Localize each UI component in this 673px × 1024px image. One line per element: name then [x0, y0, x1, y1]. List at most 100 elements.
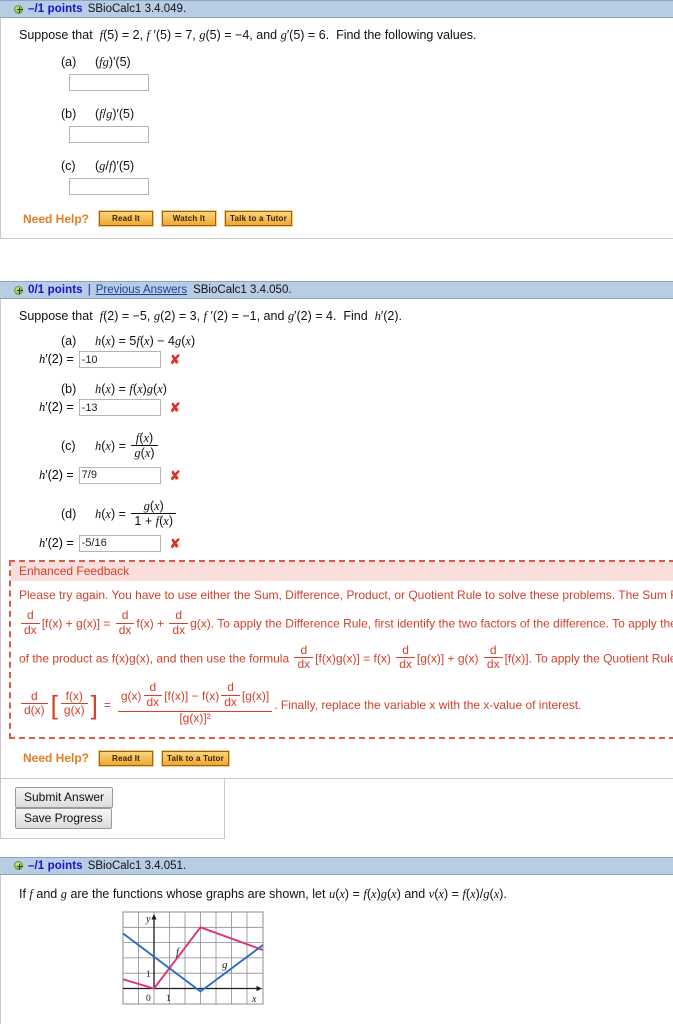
- feedback-seg-2a: [f(x) + g(x)] =: [41, 616, 111, 631]
- submit-answer-button[interactable]: Submit Answer: [15, 786, 114, 808]
- answer-input-1b[interactable]: [69, 126, 149, 143]
- problem-1-need-help: Need Help? Read It Watch It Talk to a Tu…: [1, 210, 673, 238]
- x-mark-icon: ✘: [169, 467, 181, 483]
- fraction-numerator: f(x): [131, 431, 158, 447]
- function-graph-svg: y x 0 1 1 f g: [122, 911, 264, 1005]
- part-label: (b): [61, 107, 77, 121]
- problem-2-part-b: (b) h(x) = f(x)g(x): [1, 382, 673, 397]
- answer-input-2a[interactable]: [78, 351, 161, 368]
- derivative-numerator: d: [21, 608, 40, 624]
- page-root: –/1 points SBioCalc1 3.4.049. Suppose th…: [0, 0, 673, 1024]
- read-it-button[interactable]: Read It: [98, 210, 155, 227]
- plus-circle-icon[interactable]: [14, 861, 23, 871]
- problem-2-body: Suppose that f(2) = −5, g(2) = 3, f ′(2)…: [0, 299, 673, 779]
- need-help-label: Need Help?: [23, 211, 90, 226]
- x-axis-label: x: [251, 994, 257, 1005]
- problem-1-body: Suppose that f(5) = 2, f ′(5) = 7, g(5) …: [0, 18, 673, 239]
- feedback-line-1: Please try again. You have to use either…: [19, 587, 673, 602]
- y-tick-label-1: 1: [146, 970, 151, 980]
- answer-row-2c: h′(2) = ✘: [1, 466, 673, 484]
- problem-1-header[interactable]: –/1 points SBioCalc1 3.4.049.: [0, 0, 673, 18]
- talk-to-tutor-button[interactable]: Talk to a Tutor: [161, 749, 230, 767]
- talk-to-tutor-button[interactable]: Talk to a Tutor: [224, 210, 293, 227]
- part-expression: h(x) = f(x)g(x): [95, 382, 167, 396]
- answer-label: h′(2) =: [39, 352, 74, 366]
- derivative-numerator: d: [115, 608, 135, 624]
- answer-row-2d: h′(2) = ✘: [1, 534, 673, 552]
- derivative-denominator: dx: [146, 695, 160, 710]
- feedback-seg-3a: of the product as f(x)g(x), and then use…: [19, 651, 290, 666]
- part-expression: h(x) = g(x) 1 + f(x): [95, 499, 178, 528]
- feedback-seg-3d: [f(x)]. To apply the Quotient Rule, use …: [504, 651, 673, 666]
- feedback-seg-3b: [f(x)g(x)] = f(x): [315, 651, 391, 666]
- answer-input-2c[interactable]: [78, 466, 161, 484]
- enhanced-feedback: Enhanced Feedback Please try again. You …: [9, 559, 673, 739]
- answer-row-2a: h′(2) = ✘: [1, 351, 673, 368]
- derivative-denominator: dx: [224, 695, 237, 710]
- answer-label: h′(2) =: [39, 467, 74, 482]
- previous-answers-link[interactable]: Previous Answers: [96, 284, 187, 296]
- problem-3-body: If f and g are the functions whose graph…: [0, 874, 673, 1024]
- feedback-line-3: of the product as f(x)g(x), and then use…: [19, 643, 673, 674]
- part-label: (c): [61, 159, 76, 173]
- quotient-lhs-denominator: d(x): [24, 703, 45, 718]
- x-tick-label-1: 1: [166, 994, 171, 1004]
- derivative-denominator: dx: [24, 622, 37, 637]
- feedback-seg-2c: g(x). To apply the Difference Rule, firs…: [190, 616, 673, 631]
- part-expression: (f/g)′(5): [95, 107, 135, 121]
- problem-id: SBioCalc1 3.4.051.: [87, 859, 187, 872]
- part-label: (b): [61, 382, 77, 396]
- header-separator: |: [87, 284, 91, 296]
- derivative-numerator: d: [169, 608, 189, 624]
- feedback-title: Enhanced Feedback: [11, 561, 673, 581]
- save-progress-button[interactable]: Save Progress: [15, 807, 112, 829]
- fraction-numerator: g(x): [131, 499, 176, 515]
- feedback-body: Please try again. You have to use either…: [11, 581, 673, 737]
- derivative-denominator: dx: [297, 657, 311, 672]
- derivative-numerator: d: [221, 680, 240, 697]
- plus-circle-icon[interactable]: [14, 285, 23, 295]
- problem-2-header[interactable]: 0/1 points | Previous Answers SBioCalc1 …: [0, 281, 673, 299]
- feedback-seg-3c: [g(x)] + g(x): [416, 651, 479, 666]
- problem-2-part-a: (a) h(x) = 5f(x) − 4g(x): [1, 334, 673, 349]
- watch-it-button[interactable]: Watch It: [161, 210, 218, 227]
- derivative-numerator: d: [143, 680, 163, 697]
- feedback-seg-2b: f(x) +: [136, 616, 165, 631]
- part-expression: (fg)′(5): [95, 55, 131, 69]
- read-it-button[interactable]: Read It: [98, 749, 155, 767]
- feedback-line-2: d dx [f(x) + g(x)] = d dx f(x) + d dx g(x). To…: [19, 608, 673, 639]
- answer-input-2b[interactable]: [78, 399, 161, 416]
- problem-2-part-c: (c) h(x) = f(x) g(x): [1, 431, 673, 462]
- problem-1: –/1 points SBioCalc1 3.4.049. Suppose th…: [0, 0, 673, 239]
- problem-id: SBioCalc1 3.4.049.: [87, 3, 187, 15]
- curve-g-label: g: [222, 959, 228, 971]
- answer-label: h′(2) =: [39, 400, 74, 414]
- bracket-left: [: [50, 689, 58, 720]
- rhs-seg-b: [f(x)] − f(x): [164, 688, 220, 703]
- problem-3-header[interactable]: –/1 points SBioCalc1 3.4.051.: [0, 856, 673, 875]
- points-label: 0/1 points: [28, 284, 83, 296]
- answer-input-1a[interactable]: [69, 74, 149, 91]
- rhs-seg-c: [g(x)]: [241, 688, 270, 703]
- part-label: (a): [61, 55, 77, 69]
- points-label: –/1 points: [28, 3, 83, 15]
- feedback-line-4: d d(x) [ f(x) g(x) ] = g(x) d dx [f(x)] − f…: [19, 680, 673, 726]
- problem-3: –/1 points SBioCalc1 3.4.051. If f and g…: [0, 856, 673, 1024]
- quotient-inner-denominator: g(x): [63, 703, 85, 718]
- answer-input-1c[interactable]: [69, 178, 149, 195]
- problem-1-part-a: (a) (fg)′(5): [1, 55, 673, 91]
- points-label: –/1 points: [28, 859, 83, 872]
- plus-circle-icon[interactable]: [14, 4, 23, 14]
- answer-input-2d[interactable]: [78, 534, 161, 552]
- x-mark-icon: ✘: [169, 400, 181, 415]
- origin-tick-label: 0: [146, 994, 151, 1004]
- quotient-lhs-numerator: d: [21, 689, 48, 705]
- problem-2-need-help: Need Help? Read It Talk to a Tutor: [1, 749, 673, 778]
- problem-1-part-b: (b) (f/g)′(5): [1, 107, 673, 143]
- part-expression: h(x) = f(x)g(x): [95, 431, 160, 460]
- x-mark-icon: ✘: [169, 535, 181, 551]
- derivative-numerator: d: [294, 643, 314, 659]
- problem-2: 0/1 points | Previous Answers SBioCalc1 …: [0, 281, 673, 839]
- problem-1-part-c: (c) (g/f)′(5): [1, 159, 673, 195]
